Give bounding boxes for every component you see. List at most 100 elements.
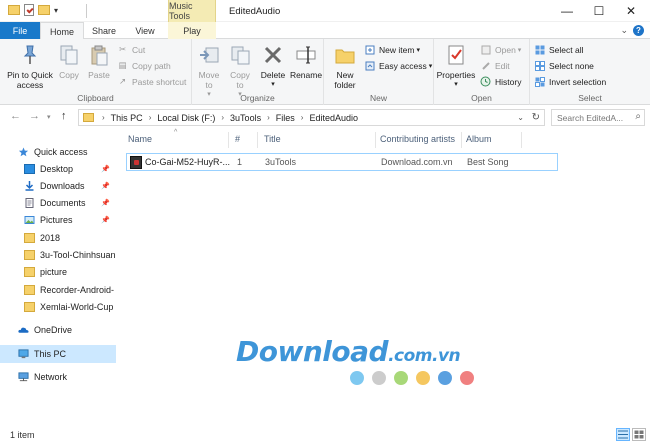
new-folder-button[interactable]: New folder — [330, 43, 360, 90]
select-none-button[interactable]: Select none — [534, 60, 594, 71]
pin-icon[interactable]: 📌 — [101, 216, 110, 224]
pin-icon[interactable]: 📌 — [101, 182, 110, 190]
nav-item-recorder-android[interactable]: Recorder-Android- — [0, 281, 116, 299]
tab-file[interactable]: File — [0, 22, 40, 39]
paste-button[interactable]: Paste — [86, 43, 112, 80]
pin-icon[interactable]: 📌 — [101, 165, 110, 173]
chevron-right-icon[interactable]: › — [267, 113, 270, 122]
copy-to-button[interactable]: Copy to ▾ — [226, 43, 254, 100]
column-divider[interactable] — [257, 132, 258, 148]
copy-path-label: Copy path — [132, 60, 171, 71]
nav-onedrive[interactable]: OneDrive — [0, 321, 116, 339]
minimize-button[interactable]: — — [552, 0, 582, 22]
nav-item-pictures[interactable]: Pictures 📌 — [0, 211, 116, 229]
chevron-right-icon[interactable]: › — [221, 113, 224, 122]
open-button[interactable]: Open ▾ — [480, 44, 521, 55]
breadcrumb-editedaudio[interactable]: EditedAudio — [309, 113, 358, 123]
new-folder-quick-icon[interactable] — [38, 5, 50, 15]
group-new: New folder New item ▾ Easy access ▾ New — [324, 39, 434, 105]
search-input[interactable]: Search EditedA... ⌕ — [551, 109, 645, 126]
properties-button[interactable]: Properties ▾ — [436, 43, 476, 90]
breadcrumb-this-pc[interactable]: This PC — [111, 113, 143, 123]
nav-item-documents[interactable]: Documents 📌 — [0, 194, 116, 212]
nav-item-2018[interactable]: 2018 — [0, 229, 116, 247]
select-all-button[interactable]: Select all — [534, 44, 584, 55]
pin-quick-access-button[interactable]: Pin to Quick access — [4, 43, 56, 90]
column-header-name[interactable]: Name — [128, 134, 152, 144]
address-bar[interactable]: › This PC › Local Disk (F:) › 3uTools › … — [78, 109, 545, 126]
nav-network[interactable]: Network — [0, 368, 116, 386]
copy-icon — [57, 43, 81, 67]
nav-label: 2018 — [40, 233, 61, 243]
breadcrumb-local-disk[interactable]: Local Disk (F:) — [157, 113, 215, 123]
column-divider[interactable] — [375, 132, 376, 148]
chevron-right-icon: › — [102, 113, 105, 122]
column-divider[interactable] — [521, 132, 522, 148]
nav-this-pc[interactable]: This PC — [0, 345, 116, 363]
folder-icon — [24, 250, 35, 260]
folder-icon — [24, 267, 35, 277]
breadcrumb-3utools[interactable]: 3uTools — [230, 113, 261, 123]
folder-icon — [24, 233, 35, 243]
watermark-logo: Download.com.vn — [236, 335, 461, 368]
nav-item-picture[interactable]: picture — [0, 263, 116, 281]
copy-button[interactable]: Copy — [56, 43, 82, 80]
forward-button[interactable]: → — [29, 110, 40, 122]
breadcrumb-files[interactable]: Files — [276, 113, 295, 123]
column-divider[interactable] — [461, 132, 462, 148]
details-view-button[interactable] — [616, 428, 630, 441]
folder-icon — [24, 285, 35, 295]
history-button[interactable]: History — [480, 76, 521, 87]
quick-access-toolbar: ▾ — [8, 4, 58, 16]
delete-label: Delete — [260, 70, 286, 80]
nav-label: This PC — [34, 349, 67, 359]
group-organize: Move to ▾ Copy to ▾ Delete ▾ Rename Orga… — [192, 39, 324, 105]
invert-selection-label: Invert selection — [549, 76, 607, 87]
nav-item-3u-tool[interactable]: 3u-Tool-Chinhsuan — [0, 246, 116, 264]
copy-path-button[interactable]: ▤ Copy path — [117, 60, 171, 71]
back-button[interactable]: ← — [10, 110, 21, 122]
close-button[interactable]: ✕ — [616, 0, 646, 22]
chevron-right-icon[interactable]: › — [301, 113, 304, 122]
pin-icon[interactable]: 📌 — [101, 199, 110, 207]
nav-label: Documents — [40, 198, 86, 208]
refresh-icon[interactable]: ↻ — [532, 112, 540, 123]
new-item-button[interactable]: New item ▾ — [364, 44, 420, 55]
navigation-pane: Quick access Desktop 📌 Downloads 📌 Docum… — [0, 129, 116, 425]
help-icon[interactable]: ? — [633, 25, 644, 36]
tab-share[interactable]: Share — [84, 22, 124, 39]
table-row[interactable]: Co-Gai-M52-HuyR-... 1 3uTools Download.c… — [126, 153, 558, 171]
column-header-artists[interactable]: Contributing artists — [380, 134, 455, 144]
large-icons-view-button[interactable] — [632, 428, 646, 441]
move-to-button[interactable]: Move to ▾ — [194, 43, 224, 100]
chevron-right-icon[interactable]: › — [149, 113, 152, 122]
cut-button[interactable]: ✂ Cut — [117, 44, 145, 55]
maximize-button[interactable]: ☐ — [584, 0, 614, 22]
recent-locations-button[interactable]: ▾ — [47, 113, 51, 121]
easy-access-button[interactable]: Easy access ▾ — [364, 60, 432, 71]
nav-item-downloads[interactable]: Downloads 📌 — [0, 177, 116, 195]
delete-button[interactable]: Delete ▾ — [258, 43, 288, 90]
properties-quick-icon[interactable] — [24, 4, 34, 16]
invert-selection-button[interactable]: Invert selection — [534, 76, 606, 87]
new-folder-icon — [333, 43, 357, 67]
nav-item-xemlai-world-cup[interactable]: Xemlai-World-Cup — [0, 298, 116, 316]
up-button[interactable]: ↑ — [61, 110, 67, 122]
edit-button[interactable]: Edit — [480, 60, 510, 71]
tab-view[interactable]: View — [124, 22, 166, 39]
nav-item-desktop[interactable]: Desktop 📌 — [0, 160, 116, 178]
collapse-ribbon-icon[interactable]: ⌄ — [620, 25, 628, 36]
column-header-number[interactable]: # — [235, 134, 240, 144]
nav-quick-access[interactable]: Quick access — [0, 143, 116, 161]
column-header-title[interactable]: Title — [264, 134, 281, 144]
copy-label: Copy — [59, 70, 79, 80]
chevron-down-icon[interactable]: ▾ — [54, 6, 58, 15]
column-header-album[interactable]: Album — [466, 134, 492, 144]
paste-shortcut-button[interactable]: ↗ Paste shortcut — [117, 76, 186, 87]
column-divider[interactable] — [228, 132, 229, 148]
tab-home[interactable]: Home — [40, 22, 84, 40]
chevron-down-icon[interactable]: ⌄ — [517, 113, 524, 122]
tab-play[interactable]: Play — [168, 22, 216, 39]
search-icon[interactable]: ⌕ — [635, 111, 641, 122]
rename-button[interactable]: Rename — [290, 43, 322, 80]
